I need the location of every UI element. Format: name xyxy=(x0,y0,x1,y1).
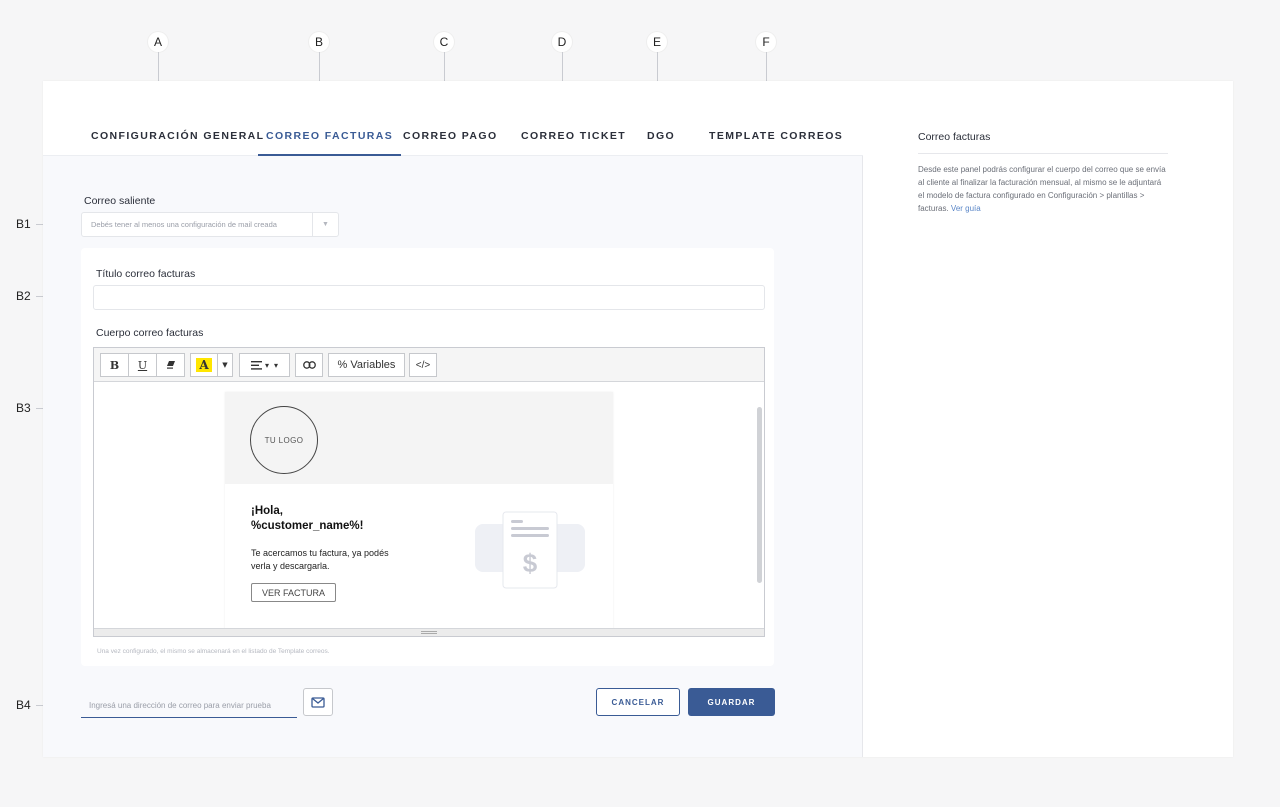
highlight-color-button[interactable]: A xyxy=(190,353,218,377)
email-message: Te acercamos tu factura, ya podés verla … xyxy=(251,548,389,571)
marker-label: D xyxy=(557,35,567,49)
body-label: Cuerpo correo facturas xyxy=(96,327,204,339)
highlight-icon: A xyxy=(196,358,212,372)
variables-label: % Variables xyxy=(337,359,396,371)
marker-f: F xyxy=(756,32,776,52)
test-email-input[interactable]: Ingresá una dirección de correo para env… xyxy=(81,690,297,718)
marker-b: B xyxy=(309,32,329,52)
editor-content[interactable]: TU LOGO ¡Hola, %customer_name%! Te acerc… xyxy=(94,382,764,628)
align-icon xyxy=(250,360,262,370)
logo-placeholder: TU LOGO xyxy=(250,406,318,474)
main-panel: CONFIGURACIÓN GENERAL CORREO FACTURAS CO… xyxy=(43,81,863,757)
align-dropdown[interactable]: ▾ ▾ xyxy=(239,353,290,377)
eraser-icon[interactable] xyxy=(156,353,185,377)
settings-card: CONFIGURACIÓN GENERAL CORREO FACTURAS CO… xyxy=(43,81,1233,757)
tab-configuracion-general[interactable]: CONFIGURACIÓN GENERAL xyxy=(91,129,264,156)
editor-resize-handle[interactable] xyxy=(94,628,764,636)
view-invoice-button[interactable]: VER FACTURA xyxy=(251,583,336,602)
email-preview: TU LOGO ¡Hola, %customer_name%! Te acerc… xyxy=(225,392,613,628)
link-icon xyxy=(302,361,316,369)
help-body: Desde este panel podrás configurar el cu… xyxy=(918,163,1168,215)
editor-scrollbar[interactable] xyxy=(757,407,762,583)
marker-c: C xyxy=(434,32,454,52)
title-label: Título correo facturas xyxy=(96,268,196,280)
marker-label: C xyxy=(439,35,449,49)
chevron-down-icon: ▼ xyxy=(312,213,338,236)
link-button[interactable] xyxy=(295,353,323,377)
help-panel: Correo facturas Desde este panel podrás … xyxy=(918,131,1168,215)
outgoing-mail-value: Debés tener al menos una configuración d… xyxy=(91,220,277,229)
code-label: </> xyxy=(415,359,431,371)
marker-b4: B4 xyxy=(16,698,31,712)
template-note: Una vez configurado, el mismo se almacen… xyxy=(97,648,330,655)
tab-correo-facturas[interactable]: CORREO FACTURAS xyxy=(258,129,402,156)
marker-b2: B2 xyxy=(16,289,31,303)
send-test-button[interactable] xyxy=(303,688,333,716)
marker-d: D xyxy=(552,32,572,52)
marker-label: E xyxy=(652,35,661,49)
tab-bar: CONFIGURACIÓN GENERAL CORREO FACTURAS CO… xyxy=(43,81,863,156)
tab-template-correos[interactable]: TEMPLATE CORREOS xyxy=(709,129,843,156)
underline-label: U xyxy=(137,358,148,372)
title-input[interactable] xyxy=(93,285,765,310)
tab-dgo[interactable]: DGO xyxy=(647,129,675,156)
svg-text:$: $ xyxy=(523,548,538,578)
variables-button[interactable]: % Variables xyxy=(328,353,405,377)
help-guide-link[interactable]: Ver guía xyxy=(951,204,981,213)
marker-b3: B3 xyxy=(16,401,31,415)
grip-icon xyxy=(421,631,437,634)
greeting-line-2: %customer_name%! xyxy=(251,520,364,532)
invoice-illustration-icon: $ xyxy=(475,511,585,589)
underline-button[interactable]: U xyxy=(128,353,157,377)
outgoing-mail-label: Correo saliente xyxy=(84,195,156,207)
marker-label: B xyxy=(314,35,323,49)
cancel-button[interactable]: CANCELAR xyxy=(596,688,680,716)
help-title: Correo facturas xyxy=(918,131,1168,154)
bold-label: B xyxy=(109,358,120,372)
highlight-dropdown[interactable]: ▼ xyxy=(217,353,233,377)
save-button[interactable]: GUARDAR xyxy=(688,688,775,716)
bold-button[interactable]: B xyxy=(100,353,129,377)
greeting-line-1: ¡Hola, xyxy=(251,505,283,517)
outgoing-mail-select[interactable]: Debés tener al menos una configuración d… xyxy=(81,212,339,237)
marker-label: F xyxy=(762,35,770,49)
code-view-button[interactable]: </> xyxy=(409,353,437,377)
tab-correo-ticket[interactable]: CORREO TICKET xyxy=(521,129,626,156)
marker-label: A xyxy=(153,35,162,49)
rich-text-editor[interactable]: B U A ▼ ▾ ▾ % Variables </> TU LOGO ¡Hol… xyxy=(93,347,765,637)
tab-correo-pago[interactable]: CORREO PAGO xyxy=(403,129,498,156)
marker-e: E xyxy=(647,32,667,52)
marker-a: A xyxy=(148,32,168,52)
email-header: TU LOGO xyxy=(225,392,613,484)
marker-b1: B1 xyxy=(16,217,31,231)
mail-send-icon xyxy=(311,696,325,708)
mail-body-panel: Título correo facturas Cuerpo correo fac… xyxy=(81,248,774,666)
email-greeting: ¡Hola, %customer_name%! xyxy=(251,504,363,534)
editor-toolbar: B U A ▼ ▾ ▾ % Variables </> xyxy=(94,348,764,382)
